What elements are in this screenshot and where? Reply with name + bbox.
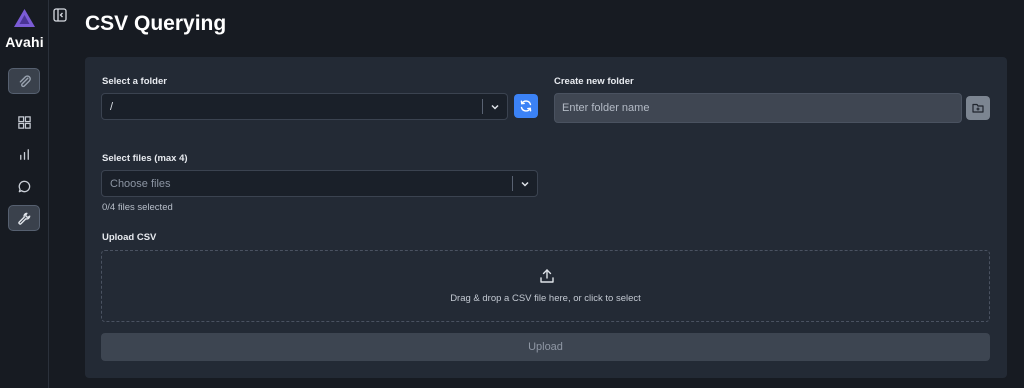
sidebar-item-chat[interactable] — [8, 173, 40, 199]
create-folder-button[interactable] — [966, 96, 990, 120]
folder-select-value: / — [110, 100, 114, 113]
chevron-down-icon — [483, 102, 507, 112]
csv-dropzone[interactable]: Drag & drop a CSV file here, or click to… — [101, 250, 990, 322]
bar-chart-icon — [19, 148, 29, 160]
sidebar-toggle-icon[interactable] — [53, 8, 67, 22]
sidebar-item-analytics[interactable] — [8, 141, 40, 167]
upload-button[interactable]: Upload — [101, 333, 990, 361]
wrench-icon — [17, 212, 30, 225]
folder-plus-icon — [972, 103, 984, 113]
sidebar-item-tools[interactable] — [8, 205, 40, 231]
files-select-placeholder: Choose files — [110, 177, 171, 190]
files-select-label: Select files (max 4) — [102, 153, 188, 164]
sidebar-item-attachments[interactable] — [8, 68, 40, 94]
folder-select-label: Select a folder — [102, 76, 167, 87]
folder-name-input[interactable] — [554, 93, 962, 123]
new-folder-label: Create new folder — [554, 76, 634, 87]
files-selected-count: 0/4 files selected — [102, 202, 173, 213]
grid-icon — [17, 115, 31, 129]
brand-name: Avahi — [5, 34, 44, 50]
refresh-folders-button[interactable] — [514, 94, 538, 118]
csv-query-panel: Select a folder / Create new folder Sele… — [85, 57, 1007, 378]
chat-bubble-icon — [18, 180, 30, 192]
files-select[interactable]: Choose files — [101, 170, 538, 197]
chevron-down-icon — [513, 179, 537, 189]
sidebar: Avahi — [0, 0, 49, 388]
upload-label: Upload CSV — [102, 232, 157, 243]
page-title: CSV Querying — [85, 12, 227, 35]
dropzone-text: Drag & drop a CSV file here, or click to… — [450, 293, 641, 304]
avahi-logo-icon — [14, 9, 35, 27]
folder-select[interactable]: / — [101, 93, 508, 120]
upload-icon — [540, 269, 554, 283]
paperclip-icon — [19, 74, 31, 87]
refresh-icon — [520, 100, 532, 112]
sidebar-item-dashboard[interactable] — [8, 109, 40, 135]
